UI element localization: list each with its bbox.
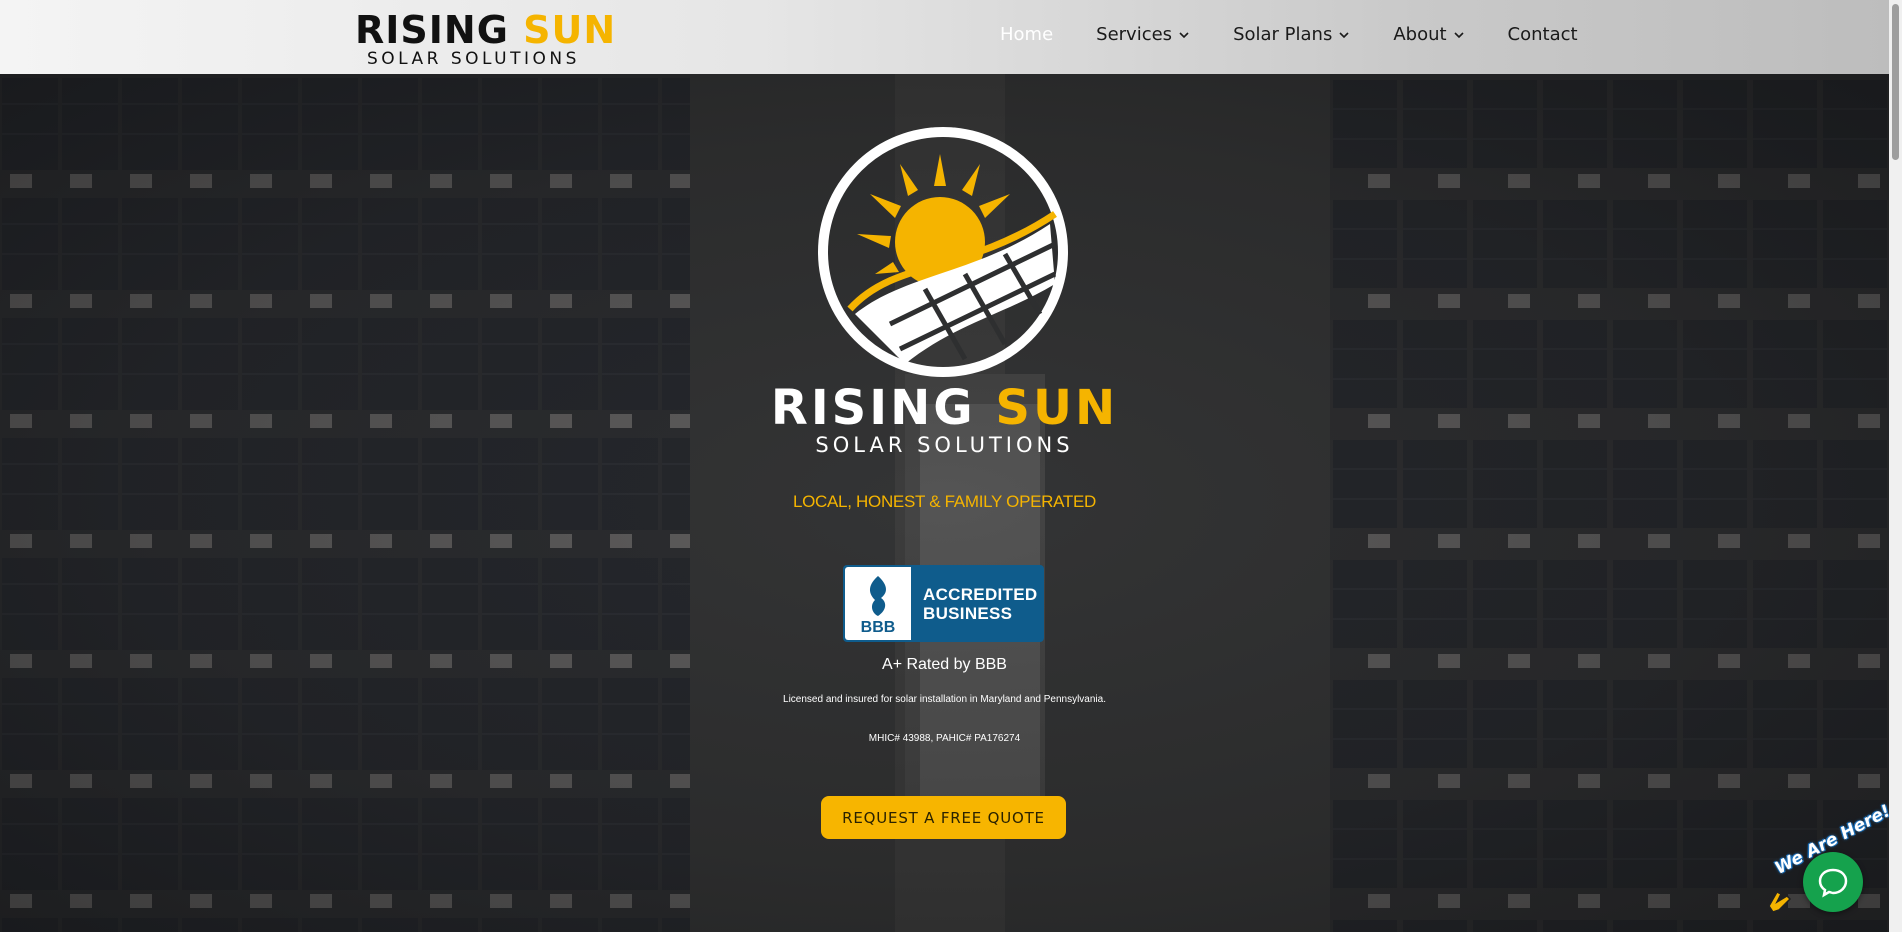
- hero-brand-title: RISING SUN: [770, 380, 1119, 436]
- nav-item-solar-plans[interactable]: Solar Plans: [1233, 24, 1350, 45]
- logo-wordmark: RISING SUN: [355, 8, 617, 52]
- bbb-accredited-badge[interactable]: BBB ACCREDITED BUSINESS: [843, 565, 1044, 642]
- hero-content: RISING SUN SOLAR SOLUTIONS LOCAL, HONEST…: [0, 74, 1889, 932]
- scrollbar-thumb[interactable]: [1892, 4, 1899, 160]
- hero-tagline: LOCAL, HONEST & FAMILY OPERATED: [792, 492, 1097, 511]
- sun-panel-emblem-icon: [818, 127, 1068, 377]
- chevron-down-icon: [1453, 31, 1464, 38]
- license-statement: Licensed and insured for solar installat…: [783, 694, 1106, 705]
- header-logo[interactable]: RISING SUN SOLAR SOLUTIONS: [355, 8, 617, 69]
- nav-item-home[interactable]: Home: [1000, 24, 1053, 45]
- logo-subtitle: SOLAR SOLUTIONS: [367, 49, 580, 69]
- bbb-logo-label: BBB: [861, 619, 896, 636]
- main-nav: Home Services Solar Plans About Contact: [1000, 24, 1578, 45]
- chevron-down-icon: [1179, 31, 1189, 38]
- chevron-down-icon: [1339, 31, 1349, 38]
- chat-bubble-icon: [1818, 868, 1848, 898]
- page-scrollbar[interactable]: [1889, 0, 1902, 932]
- bbb-logo-icon: BBB: [845, 567, 911, 640]
- site-header: RISING SUN SOLAR SOLUTIONS Home Services…: [0, 0, 1889, 74]
- chat-widget[interactable]: We Are Here!: [1763, 801, 1894, 932]
- bbb-badge-text: ACCREDITED BUSINESS: [923, 585, 1037, 623]
- nav-item-services[interactable]: Services: [1096, 24, 1190, 45]
- hero-brand-subtitle: SOLAR SOLUTIONS: [815, 433, 1074, 457]
- waving-hand-icon: [1768, 891, 1792, 913]
- license-numbers: MHIC# 43988, PAHIC# PA176274: [868, 733, 1021, 744]
- bbb-line-2: BUSINESS: [923, 603, 1013, 623]
- request-quote-button[interactable]: REQUEST A FREE QUOTE: [821, 796, 1066, 839]
- nav-item-contact[interactable]: Contact: [1508, 24, 1578, 45]
- bbb-line-1: ACCREDITED: [923, 584, 1038, 604]
- nav-item-about[interactable]: About: [1393, 24, 1464, 45]
- bbb-rating-text: A+ Rated by BBB: [882, 656, 1007, 673]
- chat-open-button[interactable]: [1803, 852, 1863, 912]
